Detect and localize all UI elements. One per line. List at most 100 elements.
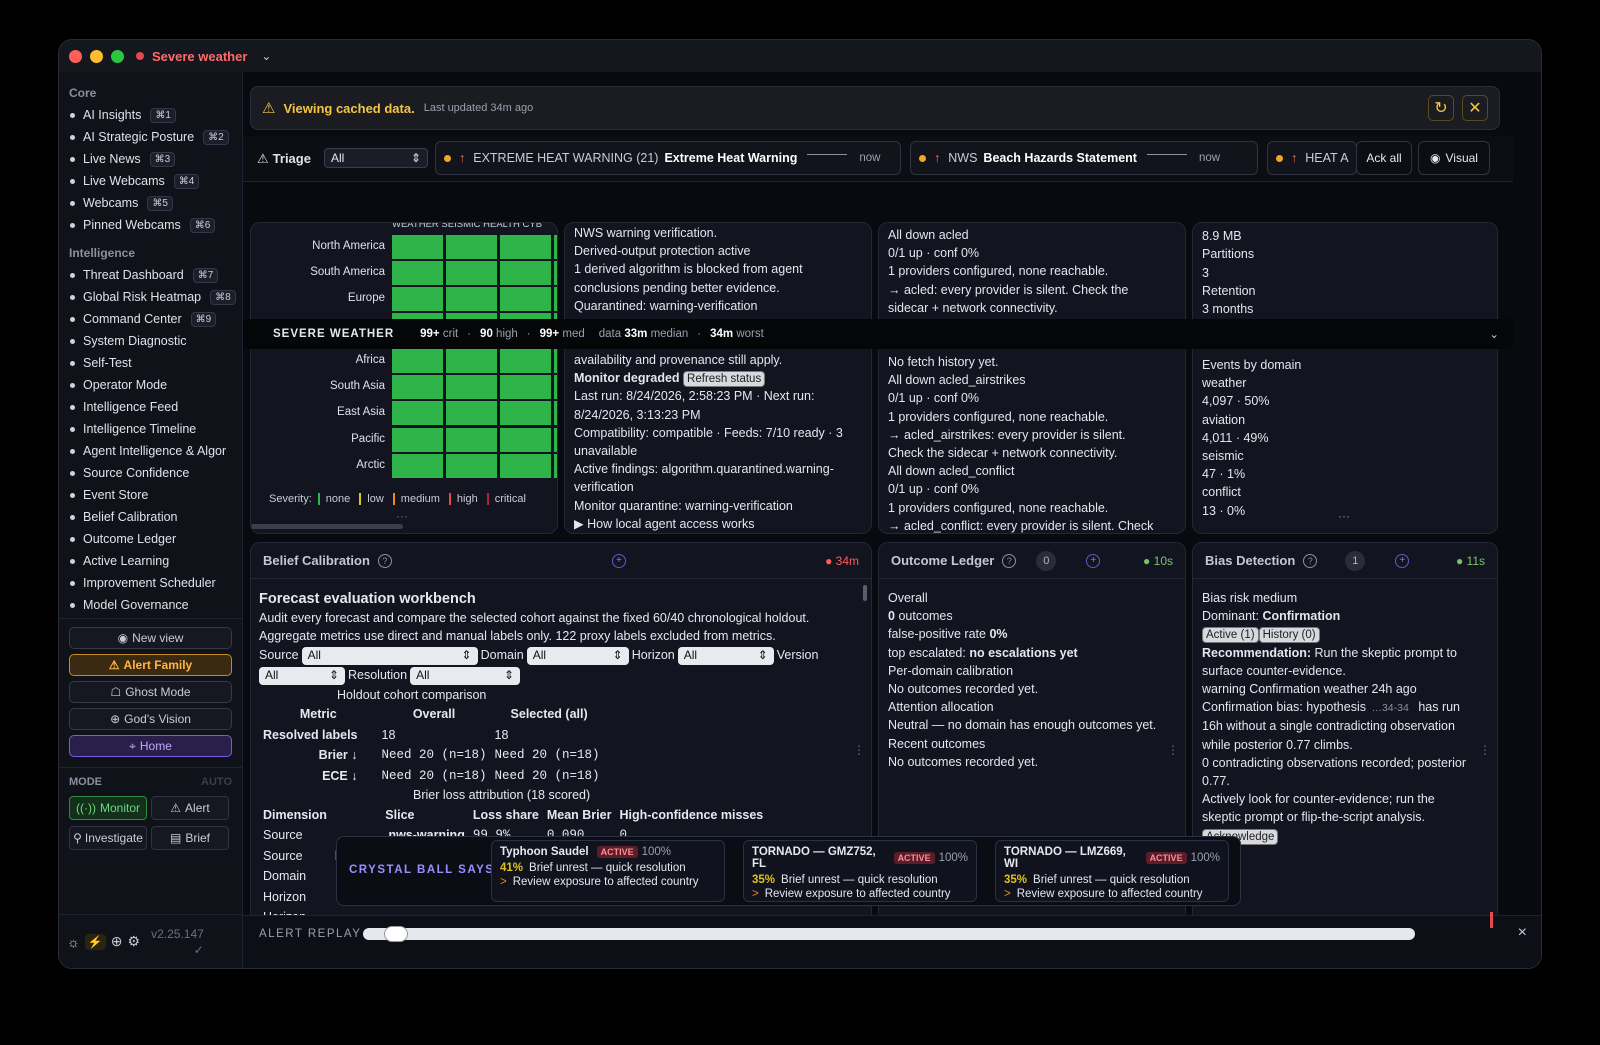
monitor-mode-button[interactable]: ((·)) Monitor xyxy=(69,796,147,820)
heatmap-cell[interactable] xyxy=(446,235,497,259)
refresh-icon[interactable]: ↻ xyxy=(1428,95,1454,121)
chevron-down-icon[interactable]: ⌄ xyxy=(1489,327,1499,341)
heatmap-cell[interactable] xyxy=(554,349,557,373)
triage-alert-chip[interactable]: ↑ HEAT A xyxy=(1267,141,1357,175)
mode-auto[interactable]: AUTO xyxy=(201,776,232,788)
sidebar-item[interactable]: AI Insights ⌘1 xyxy=(59,104,242,126)
heatmap-cell[interactable] xyxy=(500,401,551,426)
globe-icon[interactable]: ⊕ xyxy=(111,933,123,950)
source-filter-select[interactable]: All ⇕ xyxy=(301,646,478,665)
alert-mode-button[interactable]: ⚠ Alert xyxy=(151,796,229,820)
severe-weather-bar[interactable]: SEVERE WEATHER 99+ crit · 90 high · 99+ … xyxy=(243,319,1513,349)
heatmap-cell[interactable] xyxy=(500,427,551,452)
heatmap-cell[interactable] xyxy=(392,427,443,452)
replay-slider-thumb[interactable] xyxy=(383,926,408,942)
sidebar-item[interactable]: Intelligence Feed xyxy=(59,396,242,418)
crystal-card[interactable]: TORNADO — GMZ752, FL ACTIVE 100% 35% Brief u… xyxy=(743,840,977,902)
sidebar-item[interactable]: Live Webcams ⌘4 xyxy=(59,170,242,192)
heatmap-cell[interactable] xyxy=(392,235,443,259)
sidebar-item[interactable]: Self-Test xyxy=(59,352,242,374)
sidebar-item[interactable]: Threat Dashboard ⌘7 xyxy=(59,264,242,286)
heatmap-cell[interactable] xyxy=(554,375,557,400)
add-icon[interactable]: + xyxy=(1086,553,1101,568)
brief-mode-button[interactable]: ▤ Brief xyxy=(151,826,229,850)
heatmap-cell[interactable] xyxy=(554,453,557,478)
help-icon[interactable]: ? xyxy=(1002,553,1017,568)
sidebar-item[interactable]: Improvement Scheduler xyxy=(59,572,242,594)
agent-details-toggle[interactable]: ▶ How local agent access works xyxy=(574,515,856,533)
ghost-mode-button[interactable]: ☖ Ghost Mode xyxy=(69,681,232,703)
sidebar-item[interactable]: Global Risk Heatmap ⌘8 xyxy=(59,286,242,308)
sidebar-item[interactable]: Command Center ⌘9 xyxy=(59,308,242,330)
triage-alert-chip[interactable]: ↑ NWS Beach Hazards Statement now xyxy=(910,141,1258,175)
heatmap-cell[interactable] xyxy=(392,453,443,478)
heatmap-cell[interactable] xyxy=(500,287,551,312)
domain-filter-select[interactable]: All ⇕ xyxy=(526,646,629,665)
minimize-window-button[interactable] xyxy=(90,49,103,63)
add-icon[interactable]: + xyxy=(1395,553,1410,568)
heatmap-cell[interactable] xyxy=(446,261,497,286)
sidebar-item[interactable]: Source Confidence xyxy=(59,462,242,484)
sidebar-item[interactable]: Agent Intelligence & Algor xyxy=(59,440,242,462)
heatmap-cell[interactable] xyxy=(446,349,497,373)
heatmap-cell[interactable] xyxy=(500,453,551,478)
help-icon[interactable]: ? xyxy=(377,553,392,568)
sidebar-item[interactable]: Pinned Webcams ⌘6 xyxy=(59,214,242,236)
gods-vision-button[interactable]: ⊕ God's Vision xyxy=(69,708,232,730)
ack-all-button[interactable]: Ack all xyxy=(1356,141,1412,175)
heatmap-cell[interactable] xyxy=(500,261,551,286)
window-title[interactable]: Severe weather xyxy=(152,49,247,64)
lightning-icon[interactable]: ⚡ xyxy=(84,933,106,950)
heatmap-cell[interactable] xyxy=(500,235,551,259)
crystal-card[interactable]: TORNADO — LMZ669, WI ACTIVE 100% 35% Brief u… xyxy=(995,840,1229,902)
sidebar-item[interactable]: Operator Mode xyxy=(59,374,242,396)
heatmap-cell[interactable] xyxy=(554,261,557,286)
more-dots-icon[interactable]: ··· xyxy=(396,509,408,523)
help-icon[interactable]: ? xyxy=(1303,553,1318,568)
triage-alert-chip[interactable]: ↑ EXTREME HEAT WARNING (21) Extreme Heat W… xyxy=(435,141,901,175)
home-button[interactable]: ⌖ Home xyxy=(69,735,232,757)
heatmap-cell[interactable] xyxy=(392,287,443,312)
sidebar-item[interactable]: System Diagnostic xyxy=(59,330,242,352)
sidebar-item[interactable]: Outcome Ledger xyxy=(59,528,242,550)
heatmap-cell[interactable] xyxy=(392,375,443,400)
close-window-button[interactable] xyxy=(69,49,82,63)
heatmap-cell[interactable] xyxy=(446,453,497,478)
maximize-window-button[interactable] xyxy=(111,49,124,63)
chevron-down-icon[interactable]: ⌄ xyxy=(261,49,271,63)
crystal-card[interactable]: Typhoon Saudel ACTIVE 100% 41% Brief unrest … xyxy=(491,840,725,902)
more-vert-icon[interactable]: ⋮ xyxy=(1479,743,1491,757)
sidebar-item[interactable]: Model Governance xyxy=(59,594,242,616)
gear-icon[interactable]: ⚙ xyxy=(128,933,141,950)
sidebar-item[interactable]: Event Store xyxy=(59,484,242,506)
add-icon[interactable]: + xyxy=(611,553,626,568)
heatmap-cell[interactable] xyxy=(554,287,557,312)
sidebar-item[interactable]: Live News ⌘3 xyxy=(59,148,242,170)
heatmap-cell[interactable] xyxy=(554,401,557,426)
replay-slider[interactable] xyxy=(363,926,1415,942)
heatmap-cell[interactable] xyxy=(554,427,557,452)
heatmap-cell[interactable] xyxy=(446,375,497,400)
heatmap-cell[interactable] xyxy=(554,235,557,259)
horizontal-scrollbar[interactable] xyxy=(251,524,403,529)
heatmap-cell[interactable] xyxy=(446,287,497,312)
heatmap-cell[interactable] xyxy=(392,401,443,426)
tab-active[interactable]: Active (1) xyxy=(1202,627,1259,644)
resolution-filter-select[interactable]: All ⇕ xyxy=(410,666,521,685)
sun-icon[interactable]: ☼ xyxy=(67,934,80,950)
sidebar-item[interactable]: Belief Calibration xyxy=(59,506,242,528)
close-icon[interactable]: ✕ xyxy=(1462,95,1488,121)
refresh-status-button[interactable]: Refresh status xyxy=(683,371,766,388)
heatmap-cell[interactable] xyxy=(500,349,551,373)
heatmap-cell[interactable] xyxy=(446,427,497,452)
heatmap-cell[interactable] xyxy=(500,375,551,400)
heatmap-cell[interactable] xyxy=(446,401,497,426)
sidebar-item[interactable]: Active Learning xyxy=(59,550,242,572)
more-vert-icon[interactable]: ⋮ xyxy=(853,743,865,757)
version-filter-select[interactable]: All ⇕ xyxy=(259,666,345,685)
investigate-mode-button[interactable]: ⚲ Investigate xyxy=(69,826,147,850)
heatmap-cell[interactable] xyxy=(392,349,443,373)
triage-filter-select[interactable]: All ⇕ xyxy=(324,148,428,168)
sidebar-item[interactable]: Webcams ⌘5 xyxy=(59,192,242,214)
new-view-button[interactable]: ◉ New view xyxy=(69,627,232,649)
